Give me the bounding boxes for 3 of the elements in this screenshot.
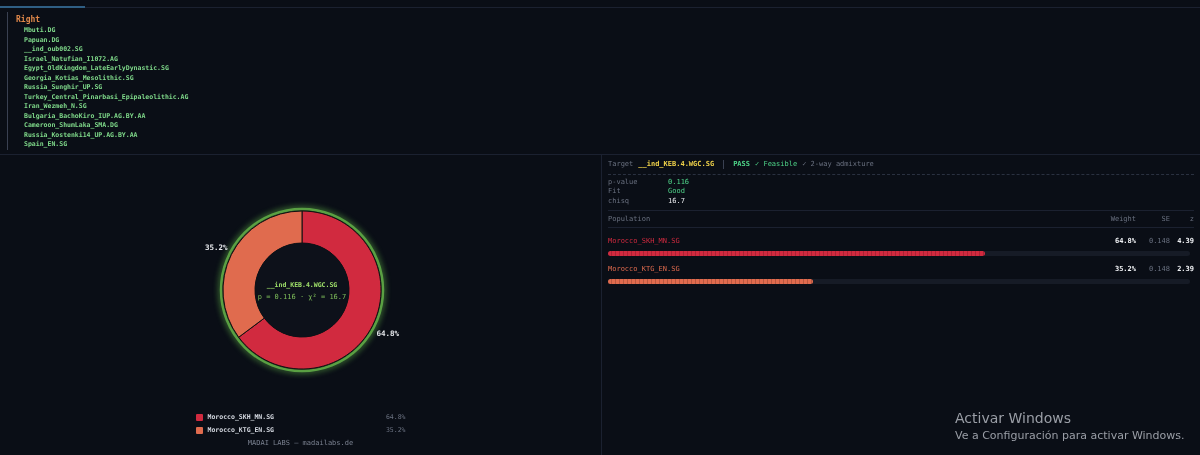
list-heading: Right [16,14,41,25]
activation-title: Activar Windows [955,410,1072,426]
activation-message: Ve a Configuración para activar Windows. [955,429,1185,442]
